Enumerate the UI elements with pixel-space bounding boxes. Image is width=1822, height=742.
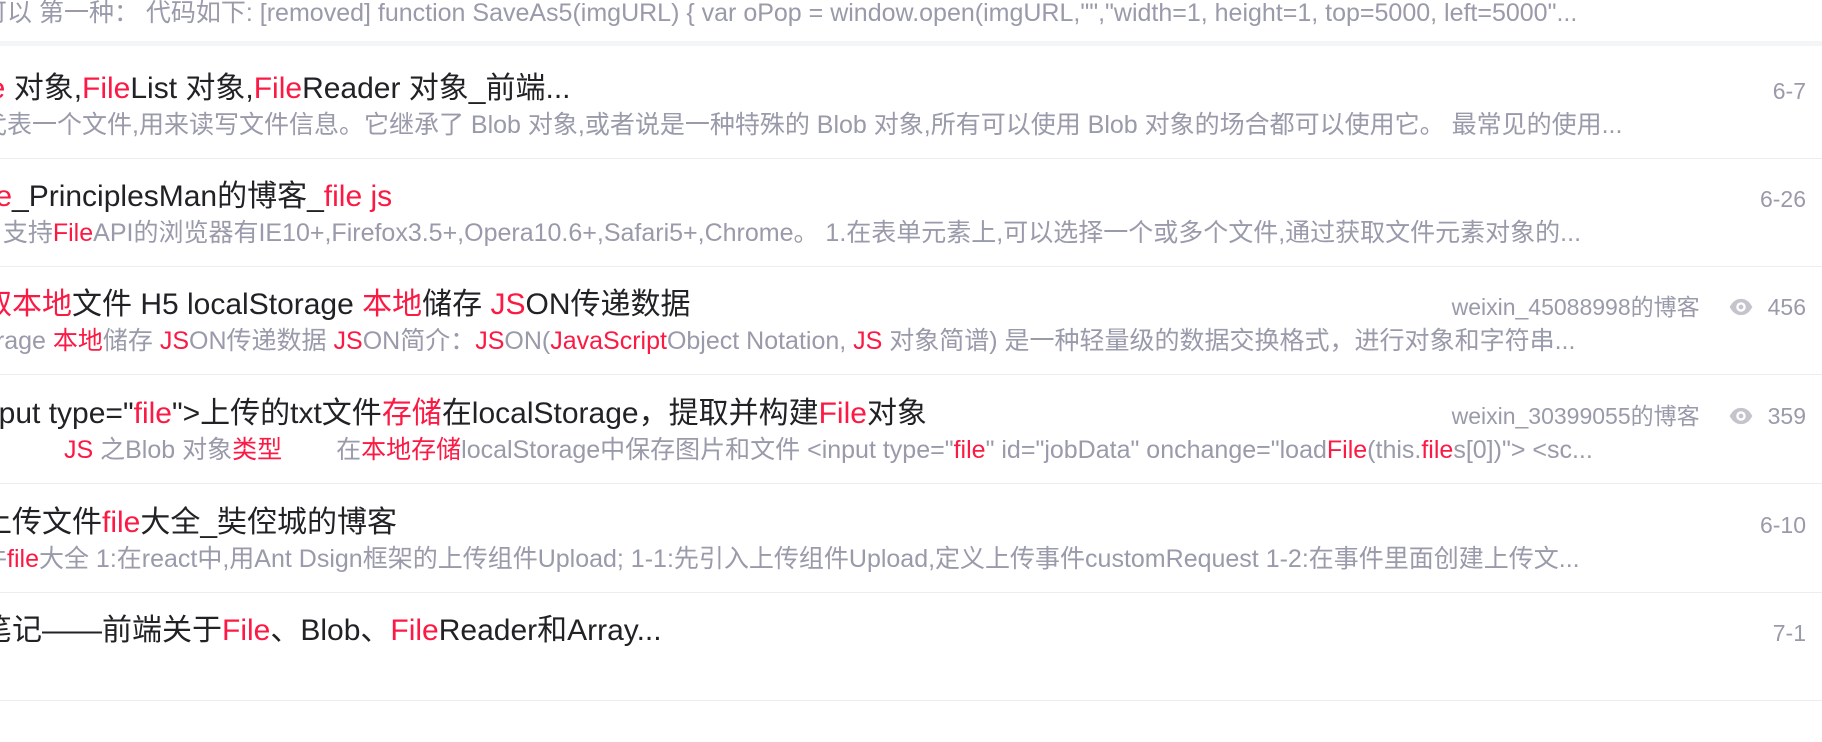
search-results-list: 可以 第一种： 代码如下: [removed] function SaveAs5… [0, 0, 1822, 742]
result-meta: 7-1 [1773, 618, 1806, 648]
view-count: 456 [1767, 294, 1806, 320]
result-date: 6-10 [1759, 512, 1806, 538]
result-description: 弋表一个文件,用来读写文件信息。它继承了 Blob 对象,或者说是一种特殊的 B… [0, 111, 1623, 139]
result-title[interactable]: 取本地文件 H5 localStorage 本地储存 JSON传递数据 [0, 287, 691, 323]
result-author[interactable]: weixin_45088998的博客 [1452, 292, 1700, 322]
result-date: 7-1 [1772, 620, 1806, 646]
result-description: JS 之Blob 对象类型 在本地存储localStorage中保存图片和文件 <… [64, 436, 1593, 464]
result-title[interactable]: le 对象,FileList 对象,FileReader 对象_前端... [0, 71, 571, 107]
result-title[interactable]: ile_PrinciplesMan的博客_file js [0, 179, 392, 215]
search-result-item[interactable]: ile_PrinciplesMan的博客_file js 6-26 e 支持Fi… [0, 159, 1822, 267]
search-result-item[interactable]: nput type="file">上传的txt文件存储在localStorage… [0, 376, 1822, 484]
result-description: e 支持FileAPI的浏览器有IE10+,Firefox3.5+,Opera1… [0, 219, 1582, 247]
search-result-item[interactable]: 上传文件file大全_奘倥城的博客 6-10 件file大全 1:在react中… [0, 485, 1822, 593]
eye-icon [1729, 407, 1752, 425]
search-result-item[interactable]: 可以 第一种： 代码如下: [removed] function SaveAs5… [0, 0, 1822, 46]
result-views: 359 [1728, 401, 1806, 431]
result-title[interactable]: 上传文件file大全_奘倥城的博客 [0, 505, 397, 541]
view-count: 359 [1767, 403, 1806, 429]
eye-icon [1729, 298, 1752, 316]
search-result-item[interactable]: 笔记——前端关于File、Blob、FileReader和Array... 7-… [0, 593, 1822, 701]
result-title[interactable]: 笔记——前端关于File、Blob、FileReader和Array... [0, 613, 662, 649]
result-title[interactable]: nput type="file">上传的txt文件存储在localStorage… [0, 396, 927, 432]
result-description: 可以 第一种： 代码如下: [removed] function SaveAs5… [0, 0, 1578, 27]
result-meta: weixin_30399055的博客 359 [1452, 401, 1806, 431]
result-date: 6-7 [1772, 78, 1806, 104]
search-result-item[interactable]: 取本地文件 H5 localStorage 本地储存 JSON传递数据 weix… [0, 267, 1822, 375]
result-meta: 6-26 [1760, 184, 1806, 214]
result-date: 6-26 [1759, 186, 1806, 212]
result-meta: 6-7 [1773, 76, 1806, 106]
result-description: 件file大全 1:在react中,用Ant Dsign框架的上传组件Uploa… [0, 545, 1580, 573]
result-meta: weixin_45088998的博客 456 [1452, 292, 1806, 322]
result-description: orage 本地储存 JSON传递数据 JSON简介：JSON(JavaScri… [0, 327, 1576, 355]
search-result-item[interactable]: le 对象,FileList 对象,FileReader 对象_前端... 6-… [0, 51, 1822, 159]
result-meta: 6-10 [1760, 510, 1806, 540]
result-author[interactable]: weixin_30399055的博客 [1452, 401, 1700, 431]
result-views: 456 [1728, 292, 1806, 322]
